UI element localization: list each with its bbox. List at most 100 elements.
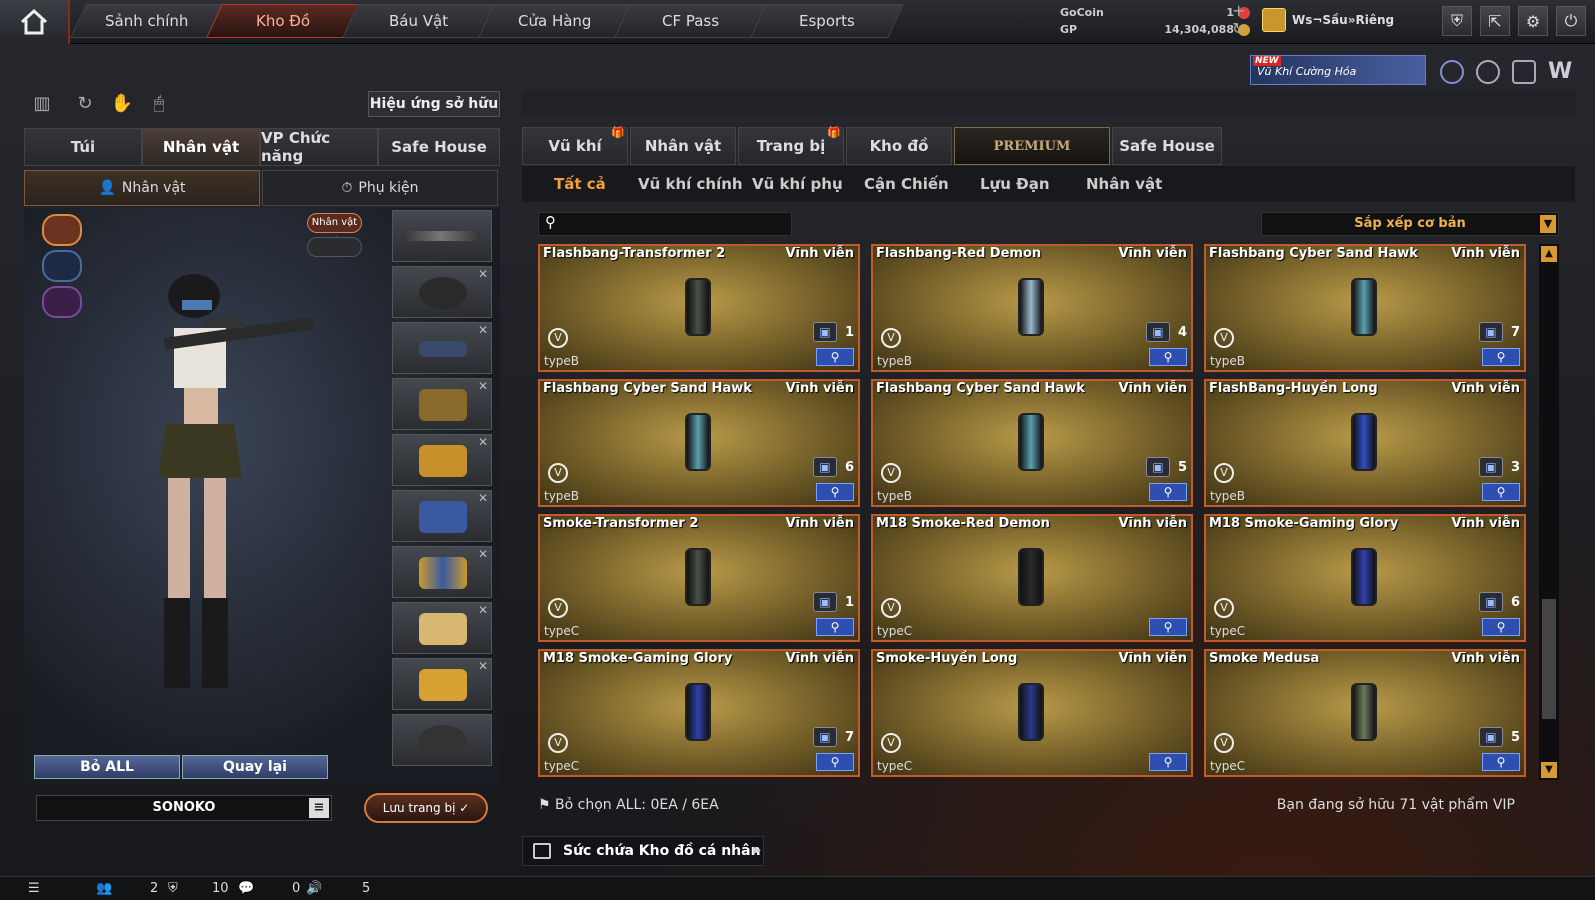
save-equipment-button[interactable]: Lưu trang bị ✓: [364, 793, 488, 823]
item-card[interactable]: Flashbang-Transformer 2 Vĩnh viễn V ▣ 1 typeB…: [538, 244, 860, 372]
close-icon[interactable]: ✕: [478, 267, 488, 281]
ownership-effect-button[interactable]: Hiệu ứng sở hữu: [368, 91, 500, 117]
magnify-icon[interactable]: ⚲: [1149, 753, 1187, 771]
tab-nhan-vat-r[interactable]: Nhân vật: [630, 127, 736, 165]
subtab-phu-kien[interactable]: ⏱ Phụ kiện: [262, 170, 498, 206]
gear-icon[interactable]: ⚙: [1518, 6, 1548, 36]
item-card[interactable]: Flashbang Cyber Sand Hawk Vĩnh viễn V ▣ 5 typ…: [871, 379, 1193, 507]
tab-safe-house-r[interactable]: Safe House: [1112, 127, 1222, 165]
exit-room-icon[interactable]: ⇱: [1480, 6, 1510, 36]
magnify-icon[interactable]: ⚲: [1149, 483, 1187, 501]
item-card[interactable]: M18 Smoke-Gaming Glory Vĩnh viễn V ▣ 7 typeC ⚲: [538, 649, 860, 777]
item-card[interactable]: Smoke-Transformer 2 Vĩnh viễn V ▣ 1 typeC ⚲: [538, 514, 860, 642]
tab-premium[interactable]: PREMIUM: [954, 127, 1110, 165]
power-icon[interactable]: ⏻: [1556, 6, 1586, 36]
item-card[interactable]: M18 Smoke-Gaming Glory Vĩnh viễn V ▣ 6 typeC ⚲: [1204, 514, 1526, 642]
back-button[interactable]: Quay lại: [182, 755, 328, 779]
search-input[interactable]: ⚲: [538, 212, 792, 236]
character-name-field[interactable]: SONOKO ≡: [36, 795, 332, 821]
magnify-icon[interactable]: ⚲: [816, 753, 854, 771]
chat-icon[interactable]: 💬: [238, 881, 254, 896]
close-icon[interactable]: ✕: [478, 379, 488, 393]
purple-faction-icon[interactable]: [42, 286, 82, 318]
tab-vp-chuc-nang[interactable]: VP Chức năng: [260, 128, 378, 166]
ranking-icon[interactable]: ▥: [30, 93, 54, 117]
accessory-slot-1[interactable]: ✕: [392, 602, 492, 654]
shield-icon[interactable]: ⛨: [168, 881, 178, 896]
subtab-luu-dan[interactable]: Lựu Đạn: [980, 175, 1050, 193]
blue-faction-icon[interactable]: [42, 250, 82, 282]
item-card[interactable]: Flashbang Cyber Sand Hawk Vĩnh viễn V ▣ 7 typ…: [1204, 244, 1526, 372]
eagle-faction-icon[interactable]: [42, 214, 82, 246]
weapon-enhance-icon[interactable]: [1512, 60, 1536, 84]
storage-capacity-button[interactable]: Sức chứa Kho đồ cá nhân ▶: [522, 836, 764, 866]
nav-kho-do[interactable]: Kho Đồ: [206, 4, 360, 38]
scroll-up-icon[interactable]: ▲: [1541, 246, 1557, 262]
tab-vu-khi[interactable]: Vũ khí 🎁: [522, 126, 628, 165]
subtab-nhan-vat[interactable]: 👤 Nhân vật: [24, 170, 260, 206]
close-icon[interactable]: ✕: [478, 659, 488, 673]
item-card[interactable]: Smoke-Huyền Long Vĩnh viễn VtypeC ⚲: [871, 649, 1193, 777]
pose-icon[interactable]: ✋: [110, 93, 134, 117]
item-card[interactable]: Flashbang Cyber Sand Hawk Vĩnh viễn V ▣ 6 typ…: [538, 379, 860, 507]
magnify-icon[interactable]: ⚲: [816, 348, 854, 366]
close-icon[interactable]: ✕: [478, 323, 488, 337]
menu-icon[interactable]: ≡: [309, 798, 329, 818]
magnify-icon[interactable]: ⚲: [1482, 618, 1520, 636]
accessory-slot-2[interactable]: ✕: [392, 658, 492, 710]
w-logo-icon[interactable]: W: [1548, 60, 1572, 84]
goggles-slot[interactable]: ✕: [392, 322, 492, 374]
armor-slot-4[interactable]: ✕: [392, 546, 492, 598]
subtab-vu-khi-phu[interactable]: Vũ khí phụ: [752, 175, 843, 193]
target-icon[interactable]: [1476, 60, 1500, 84]
clan-icon[interactable]: ⛨: [1442, 6, 1472, 36]
sort-dropdown[interactable]: Sắp xếp cơ bản ▼: [1261, 212, 1559, 236]
empty-slot[interactable]: [392, 714, 492, 766]
magnify-icon[interactable]: ⚲: [1482, 753, 1520, 771]
helmet-slot[interactable]: ✕: [392, 266, 492, 318]
nav-cf-pass[interactable]: CF Pass: [614, 4, 768, 38]
enhanced-weapon-banner[interactable]: NEW Vũ Khí Cường Hóa: [1250, 55, 1426, 85]
magnify-icon[interactable]: ⚲: [1482, 483, 1520, 501]
deselect-all[interactable]: ⚑ Bỏ chọn ALL: 0EA / 6EA: [538, 797, 719, 813]
nav-esports[interactable]: Esports: [750, 4, 904, 38]
home-button[interactable]: [0, 0, 70, 44]
close-icon[interactable]: ✕: [478, 547, 488, 561]
tab-trang-bi[interactable]: Trang bị 🎁: [738, 126, 844, 165]
nav-cua-hang[interactable]: Cửa Hàng: [478, 4, 632, 38]
close-icon[interactable]: ✕: [478, 491, 488, 505]
add-currency-icon[interactable]: + ↻: [1232, 2, 1245, 38]
item-card[interactable]: Smoke Medusa Vĩnh viễn V ▣ 5 typeC ⚲: [1204, 649, 1526, 777]
subtab-can-chien[interactable]: Cận Chiến: [864, 175, 949, 193]
item-card[interactable]: M18 Smoke-Red Demon Vĩnh viễn VtypeC ⚲: [871, 514, 1193, 642]
subtab-vu-khi-chinh[interactable]: Vũ khí chính: [638, 175, 743, 193]
item-card[interactable]: FlashBang-Huyền Long Vĩnh viễn V ▣ 3 typeB ⚲: [1204, 379, 1526, 507]
subtab-tat-ca[interactable]: Tất cả: [554, 175, 606, 193]
character-tag[interactable]: Nhân vật ✓: [307, 213, 362, 246]
magnify-icon[interactable]: ⚲: [816, 483, 854, 501]
close-icon[interactable]: ✕: [478, 603, 488, 617]
remove-all-button[interactable]: Bỏ ALL: [34, 755, 180, 779]
armor-slot-1[interactable]: ✕: [392, 378, 492, 430]
subtab-nhan-vat[interactable]: Nhân vật: [1086, 175, 1162, 193]
tab-nhan-vat[interactable]: Nhân vật: [142, 128, 260, 166]
magnify-icon[interactable]: ⚲: [816, 618, 854, 636]
hide-toggle[interactable]: [307, 237, 362, 257]
party-icon[interactable]: 👥: [96, 881, 112, 896]
scroll-thumb[interactable]: [1542, 599, 1556, 719]
item-card[interactable]: Flashbang-Red Demon Vĩnh viễn V ▣ 4 typeB ⚲: [871, 244, 1193, 372]
close-icon[interactable]: ✕: [478, 435, 488, 449]
magnify-icon[interactable]: ⚲: [1149, 618, 1187, 636]
mouse-icon[interactable]: 🖱: [147, 93, 171, 117]
vip-icon[interactable]: [1440, 60, 1464, 84]
tab-kho-do[interactable]: Kho đồ: [846, 127, 952, 165]
scroll-down-icon[interactable]: ▼: [1541, 762, 1557, 778]
refresh-icon[interactable]: ↻: [73, 93, 97, 117]
scrollbar[interactable]: ▲ ▼: [1539, 244, 1559, 780]
weapon-slot[interactable]: [392, 210, 492, 262]
tab-safe-house[interactable]: Safe House: [378, 128, 500, 166]
magnify-icon[interactable]: ⚲: [1482, 348, 1520, 366]
user-info[interactable]: Ws¬Sầu»Riêng: [1262, 8, 1394, 32]
nav-bau-vat[interactable]: Báu Vật: [342, 4, 496, 38]
speaker-icon[interactable]: 🔊: [306, 881, 322, 896]
